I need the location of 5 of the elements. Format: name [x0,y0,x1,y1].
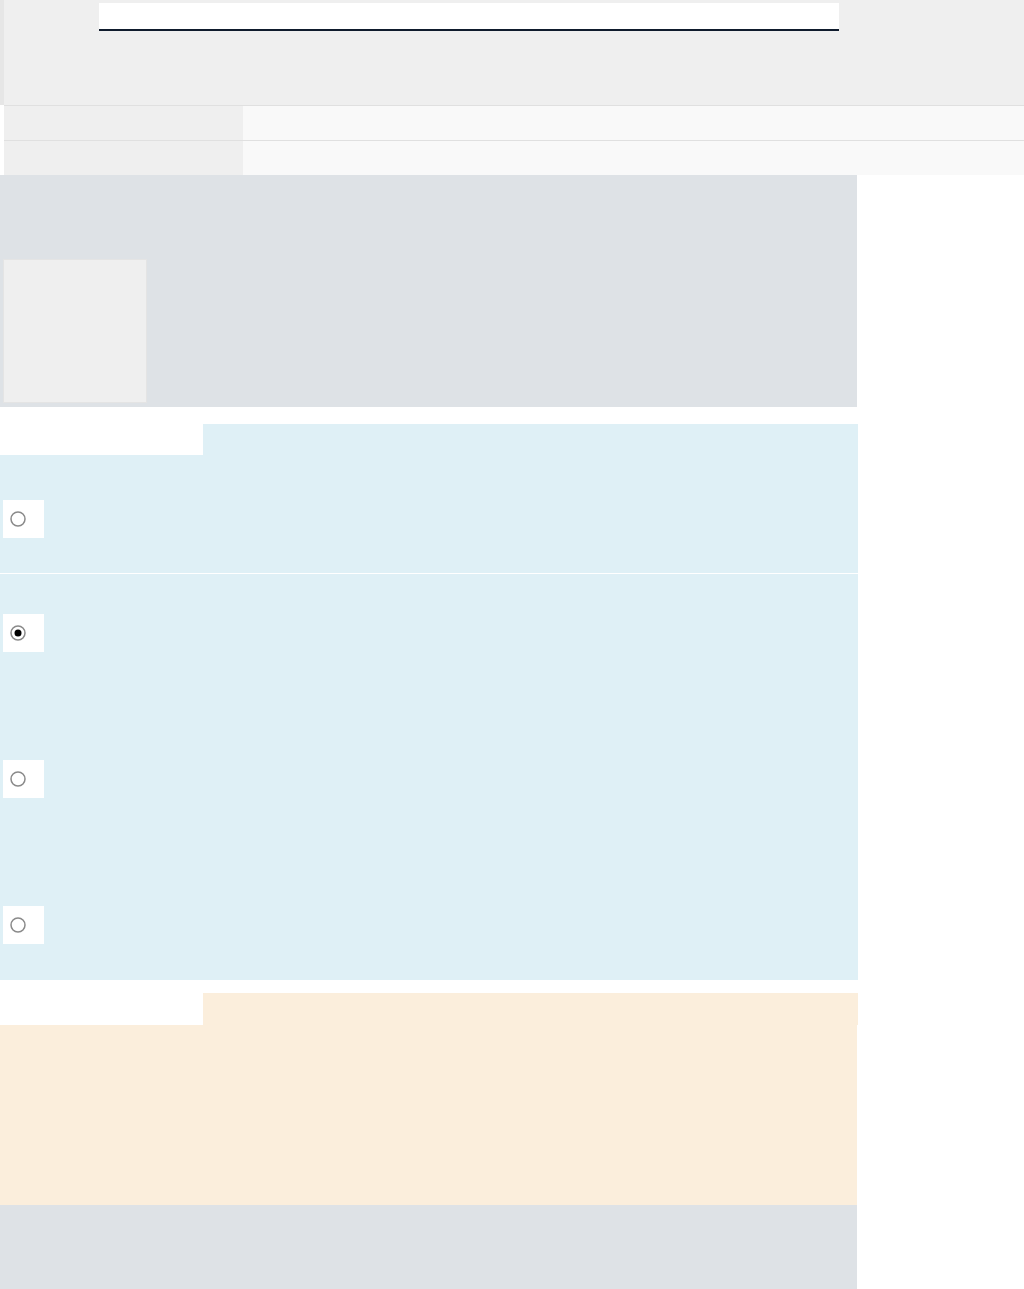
radio-button[interactable] [9,624,27,642]
radio-button[interactable] [9,510,27,528]
radio-button[interactable] [9,916,27,934]
radio-button[interactable] [9,770,27,788]
input-field[interactable] [99,3,839,31]
